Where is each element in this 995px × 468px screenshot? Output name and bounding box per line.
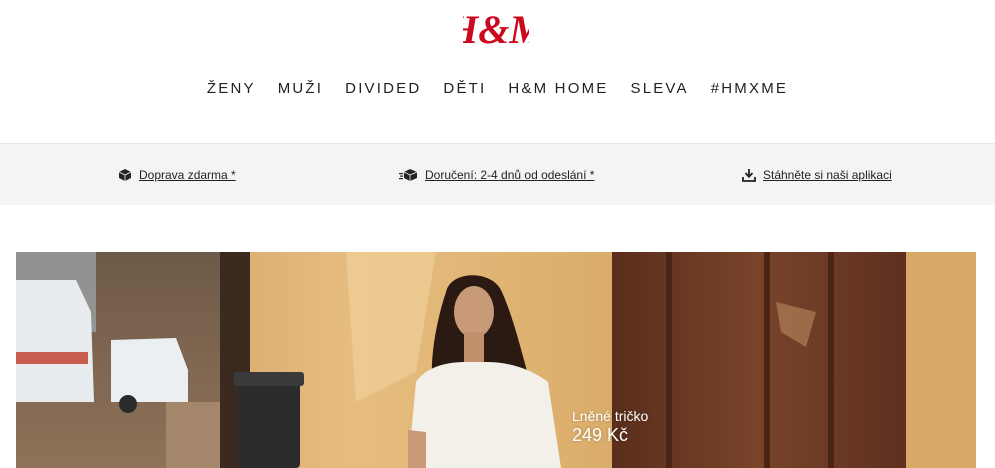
nav-item-muzi[interactable]: MUŽI — [278, 80, 323, 97]
hero-product-name: Lněné tričko — [572, 408, 649, 424]
hero-caption: Lněné tričko 249 Kč — [572, 408, 648, 446]
free-shipping-label: Doprava zdarma * — [139, 168, 236, 182]
hm-logo-text: H&M — [463, 7, 529, 51]
nav-item-sleva[interactable]: SLEVA — [630, 80, 688, 97]
hero-image — [16, 252, 976, 468]
hero-product-price: 249 Kč — [572, 425, 629, 445]
package-icon — [118, 169, 132, 181]
service-bar: Doprava zdarma * Doručení: 2-4 dnů od od… — [0, 143, 995, 205]
hm-logo[interactable]: H&M — [462, 4, 530, 52]
nav-item-divided[interactable]: DIVIDED — [345, 80, 421, 97]
free-shipping-link[interactable]: Doprava zdarma * — [117, 166, 236, 184]
site-header: H&M ŽENY MUŽI DIVIDED DĚTI H&M HOME SLEV… — [0, 0, 995, 143]
hm-logo-icon: H&M — [463, 7, 529, 51]
nav-item-hm-home[interactable]: H&M HOME — [508, 80, 608, 97]
delivery-time-link[interactable]: Doručení: 2-4 dnů od odeslání * — [399, 166, 594, 184]
hero-banner[interactable]: Lněné tričko 249 Kč — [16, 252, 976, 468]
nav-item-hmxme[interactable]: #HMXME — [711, 80, 788, 97]
nav-item-zeny[interactable]: ŽENY — [207, 80, 256, 97]
download-app-label: Stáhněte si naši aplikaci — [763, 168, 892, 182]
main-navigation: ŽENY MUŽI DIVIDED DĚTI H&M HOME SLEVA #H… — [0, 77, 995, 99]
download-app-link[interactable]: Stáhněte si naši aplikaci — [741, 166, 892, 184]
delivery-time-label: Doručení: 2-4 dnů od odeslání * — [425, 168, 595, 182]
delivery-truck-icon — [399, 169, 418, 181]
download-icon — [742, 169, 756, 182]
nav-item-deti[interactable]: DĚTI — [443, 80, 486, 97]
